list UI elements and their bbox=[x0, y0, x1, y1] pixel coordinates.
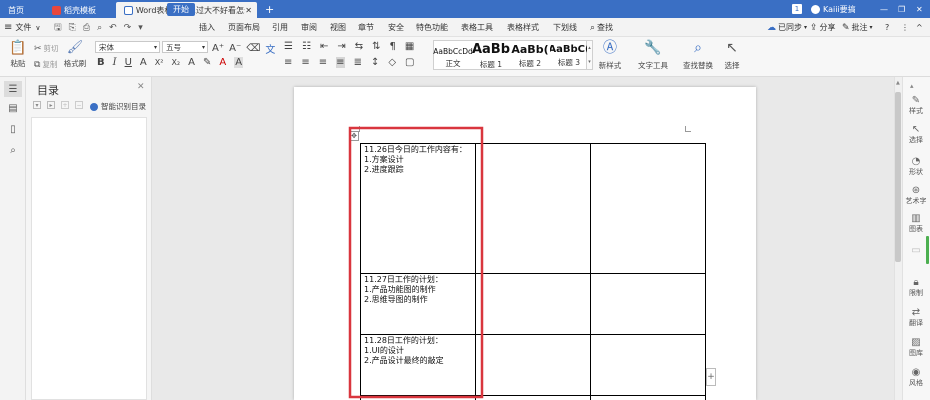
shapes-icon: ◔ bbox=[911, 156, 921, 167]
rail-shapes-label: 形状 bbox=[909, 168, 923, 176]
wordart-icon: ⊛ bbox=[911, 185, 921, 196]
rail-theme[interactable]: ◉ 风格 bbox=[902, 368, 930, 388]
cell-line: 11.26日今日的工作内容有： bbox=[364, 145, 467, 154]
rail-gallery[interactable]: ▨ 图库 bbox=[902, 338, 930, 358]
rail-select-label: 选择 bbox=[909, 136, 923, 144]
cell-line: 1.产品功能图的制作 bbox=[364, 285, 436, 294]
rail-shapes[interactable]: ◔ 形状 bbox=[902, 157, 930, 177]
cell-line: 11.27日工作的计划： bbox=[364, 275, 443, 284]
select-icon: ↖ bbox=[911, 124, 921, 135]
scroll-up-icon[interactable]: ▲ bbox=[896, 80, 900, 86]
rail-translate-label: 翻译 bbox=[909, 319, 923, 327]
chart-icon: ▥ bbox=[911, 213, 921, 224]
rail-chart-label: 图表 bbox=[909, 225, 923, 233]
cell-line: 1.方案设计 bbox=[364, 155, 404, 164]
rail-styles[interactable]: ✎ 样式 bbox=[902, 96, 930, 116]
rail-wordart-label: 艺术字 bbox=[905, 197, 927, 205]
rail-wordart[interactable]: ⊛ 艺术字 bbox=[902, 186, 930, 206]
cell-line: 2.进度跟踪 bbox=[364, 165, 404, 174]
rail-restrict[interactable]: 🔒︎ 限制 bbox=[902, 278, 930, 298]
translate-icon: ⇄ bbox=[911, 307, 921, 318]
add-column-button[interactable]: + bbox=[706, 368, 716, 386]
table-cell-row2[interactable]: 11.27日工作的计划： 1.产品功能图的制作 2.思维导图的制作 bbox=[364, 275, 474, 305]
cell-line: 2.产品设计最终的敲定 bbox=[364, 356, 444, 365]
palette-icon: ◉ bbox=[911, 367, 921, 378]
disabled-tool-icon: ▭ bbox=[911, 245, 921, 256]
table-cell-row3[interactable]: 11.28日工作的计划： 1.UI的设计 2.产品设计最终的敲定 bbox=[364, 336, 474, 366]
table-cell-row1[interactable]: 11.26日今日的工作内容有： 1.方案设计 2.进度跟踪 bbox=[364, 145, 474, 175]
rail-select[interactable]: ↖ 选择 bbox=[902, 125, 930, 145]
image-icon: ▨ bbox=[911, 337, 921, 348]
lock-icon: 🔒︎ bbox=[913, 277, 919, 288]
rail-gallery-label: 图库 bbox=[909, 349, 923, 357]
cell-line: 11.28日工作的计划： bbox=[364, 336, 443, 345]
rail-blank[interactable]: ▭ bbox=[902, 246, 930, 256]
collapse-rail-icon[interactable]: ▴ bbox=[910, 82, 914, 90]
rail-restrict-label: 限制 bbox=[909, 289, 923, 297]
rail-chart[interactable]: ▥ 图表 bbox=[902, 214, 930, 234]
styles-icon: ✎ bbox=[911, 95, 921, 106]
rail-styles-label: 样式 bbox=[909, 107, 923, 115]
rail-translate[interactable]: ⇄ 翻译 bbox=[902, 308, 930, 328]
cell-line: 2.思维导图的制作 bbox=[364, 295, 428, 304]
rail-theme-label: 风格 bbox=[909, 379, 923, 387]
scrollbar-thumb[interactable] bbox=[895, 92, 901, 262]
cell-line: 1.UI的设计 bbox=[364, 346, 404, 355]
